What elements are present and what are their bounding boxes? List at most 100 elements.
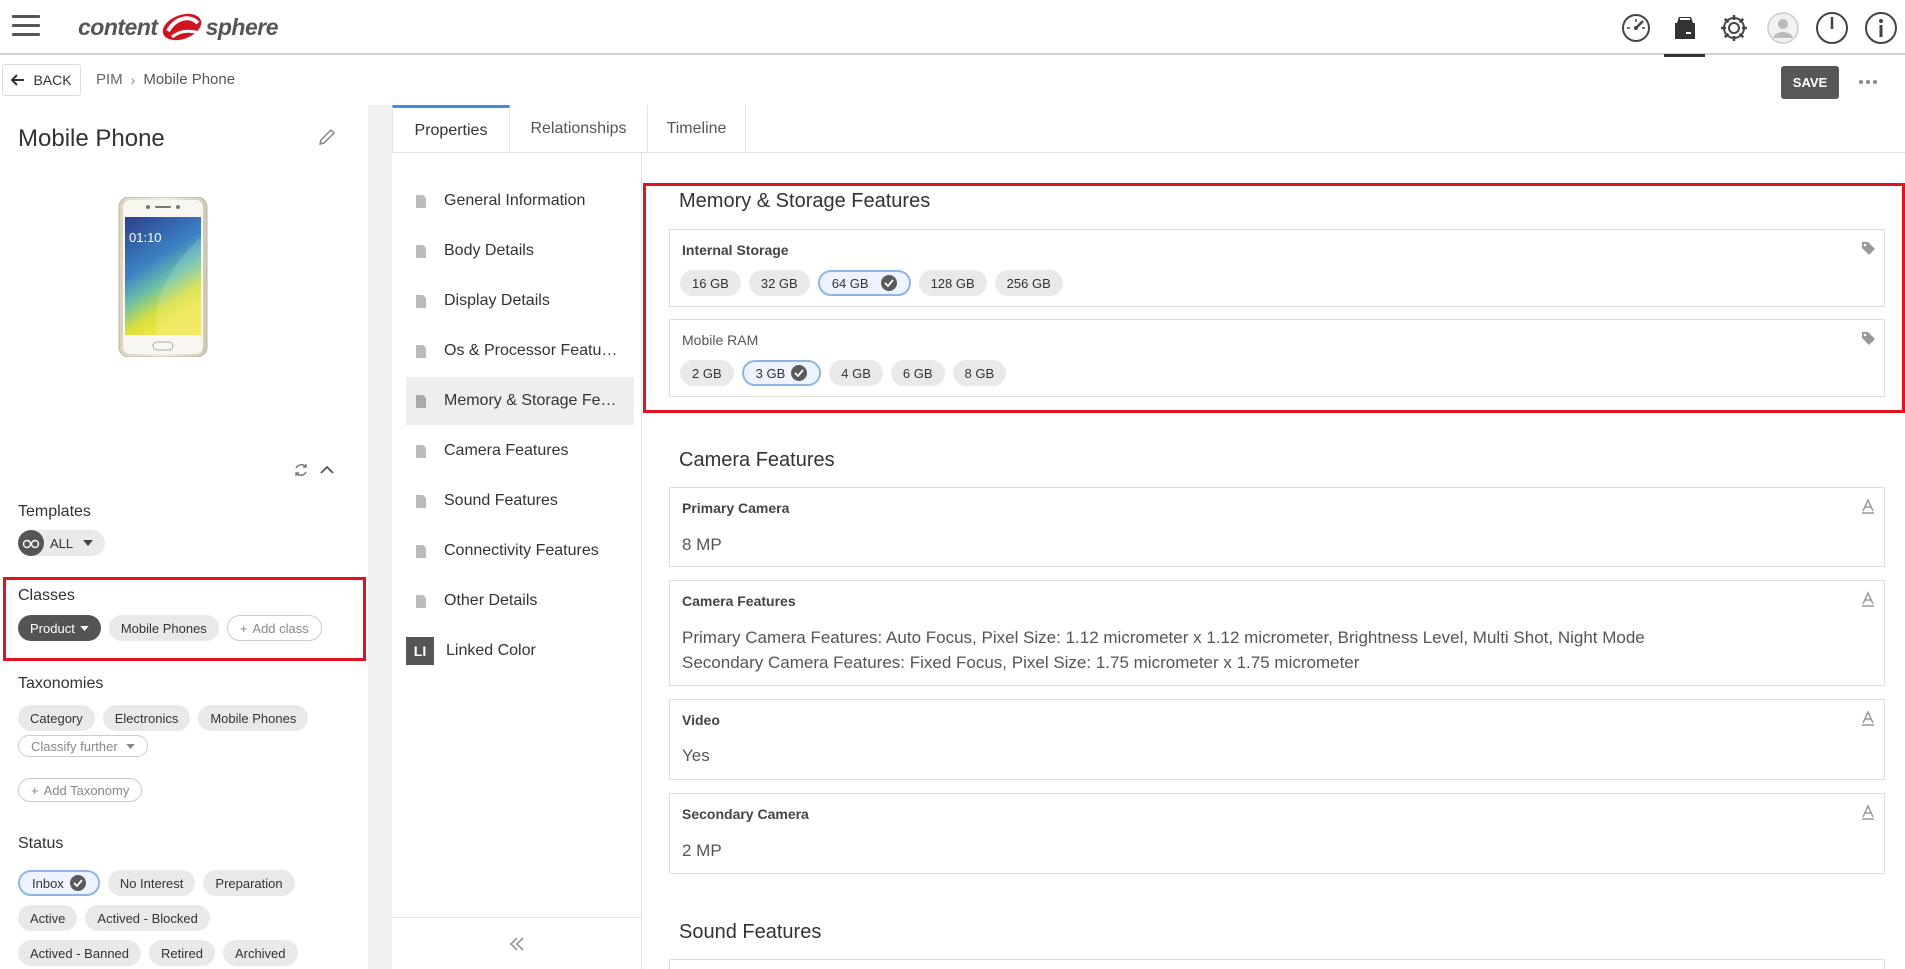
text-type-icon (1862, 710, 1874, 726)
nav-item-body-details[interactable]: Body Details (406, 227, 634, 275)
settings-icon[interactable] (1709, 0, 1758, 55)
storage-option-64gb[interactable]: 64 GB (817, 270, 911, 296)
templates-value: ALL (50, 535, 74, 551)
ram-option-8gb[interactable]: 8 GB (952, 360, 1007, 386)
double-chevron-left-icon (509, 936, 524, 951)
taxonomy-chip-mobile-phones[interactable]: Mobile Phones (198, 705, 309, 731)
primary-camera-value[interactable]: 8 MP (682, 532, 722, 557)
logo-swirl-icon (162, 13, 201, 41)
breadcrumb-pim[interactable]: PIM (96, 71, 123, 88)
internal-storage-label: Internal Storage (682, 242, 789, 258)
tag-icon (1862, 332, 1875, 345)
product-icon[interactable] (1660, 0, 1709, 57)
nav-item-other-details[interactable]: Other Details (406, 577, 634, 625)
secondary-camera-field: Secondary Camera 2 MP (669, 793, 1885, 874)
nav-item-sound-features[interactable]: Sound Features (406, 477, 634, 525)
refresh-icon[interactable] (293, 462, 309, 478)
tab-relationships[interactable]: Relationships (510, 105, 648, 153)
more-options-icon[interactable] (1855, 69, 1881, 95)
document-icon (416, 194, 426, 208)
storage-option-256gb[interactable]: 256 GB (994, 270, 1063, 296)
panel-divider (368, 105, 392, 969)
ram-option-3gb[interactable]: 3 GB (741, 360, 822, 386)
status-chip-actived-banned[interactable]: Actived - Banned (18, 940, 142, 966)
templates-title: Templates (18, 503, 91, 520)
properties-content: Memory & Storage Features Internal Stora… (642, 153, 1905, 969)
status-title: Status (18, 835, 64, 852)
mobile-ram-field: Mobile RAM 2 GB 3 GB 4 GB 6 GB 8 GB (669, 319, 1885, 397)
nav-item-camera-features[interactable]: Camera Features (406, 427, 634, 475)
top-bar: content sphere (0, 0, 1905, 57)
templates-selector[interactable]: ALL (18, 530, 106, 556)
properties-nav: General Information Body Details Display… (392, 153, 642, 969)
status-chip-archived[interactable]: Archived (222, 940, 298, 966)
storage-option-32gb[interactable]: 32 GB (748, 270, 810, 296)
status-chip-actived-blocked[interactable]: Actived - Blocked (85, 905, 210, 931)
info-icon[interactable] (1856, 0, 1905, 55)
taxonomy-chip-electronics[interactable]: Electronics (102, 705, 191, 731)
text-type-icon (1862, 498, 1874, 514)
storage-option-16gb[interactable]: 16 GB (680, 270, 741, 296)
status-chip-retired[interactable]: Retired (149, 940, 215, 966)
nav-item-connectivity-features[interactable]: Connectivity Features (406, 527, 634, 575)
storage-option-128gb[interactable]: 128 GB (918, 270, 987, 296)
status-chip-preparation[interactable]: Preparation (203, 870, 295, 896)
tab-timeline[interactable]: Timeline (648, 105, 746, 153)
power-icon[interactable] (1807, 0, 1856, 55)
add-taxonomy-button[interactable]: + Add Taxonomy (18, 778, 143, 802)
sound-features-title: Sound Features (679, 921, 822, 943)
product-sidebar: Mobile Phone 01:10 Templates ALL Classes… (0, 105, 368, 969)
save-button[interactable]: SAVE (1781, 66, 1839, 99)
document-icon (416, 344, 426, 358)
action-bar: BACK PIM › Mobile Phone SAVE (0, 57, 1905, 105)
nav-item-os-processor-features[interactable]: Os & Processor Features (406, 327, 634, 375)
status-chip-no-interest[interactable]: No Interest (107, 870, 196, 896)
document-icon (416, 594, 426, 608)
arrow-left-icon (11, 74, 25, 86)
class-chip-mobile-phones[interactable]: Mobile Phones (108, 615, 219, 641)
primary-camera-label: Primary Camera (682, 500, 790, 516)
app-logo[interactable]: content sphere (78, 9, 279, 45)
menu-icon[interactable] (12, 15, 40, 37)
user-icon[interactable] (1758, 0, 1807, 55)
classify-further-dropdown[interactable]: Classify further (18, 735, 148, 757)
taxonomy-chip-category[interactable]: Category (18, 705, 95, 731)
caret-down-icon (126, 743, 135, 749)
edit-pencil-icon[interactable] (316, 126, 338, 148)
class-chip-product[interactable]: Product (18, 615, 101, 641)
nav-item-memory-storage-features[interactable]: Memory & Storage Features (406, 377, 634, 425)
video-value[interactable]: Yes (682, 743, 710, 768)
status-chip-active[interactable]: Active (18, 905, 78, 931)
add-class-button[interactable]: + Add class (226, 615, 322, 641)
nav-item-general-information[interactable]: General Information (406, 177, 634, 225)
nav-item-display-details[interactable]: Display Details (406, 277, 634, 325)
camera-features-label: Camera Features (682, 593, 796, 609)
camera-features-value[interactable]: Primary Camera Features: Auto Focus, Pix… (682, 625, 1645, 675)
chevron-up-icon[interactable] (319, 464, 335, 476)
status-chip-inbox[interactable]: Inbox (18, 870, 100, 896)
dashboard-icon[interactable] (1611, 0, 1660, 55)
collapse-nav-button[interactable] (392, 917, 642, 969)
camera-features-title: Camera Features (679, 449, 835, 471)
back-button[interactable]: BACK (2, 64, 81, 96)
ram-option-6gb[interactable]: 6 GB (890, 360, 945, 386)
check-icon (791, 365, 808, 381)
sound-field-partial (669, 959, 1885, 969)
camera-features-field: Camera Features Primary Camera Features:… (669, 580, 1885, 686)
camera-features-line-1: Primary Camera Features: Auto Focus, Pix… (682, 628, 1645, 647)
nav-item-linked-color[interactable]: LI Linked Color (406, 627, 634, 675)
ram-option-4gb[interactable]: 4 GB (829, 360, 883, 386)
tab-bar: Properties Relationships Timeline (392, 105, 1905, 153)
chevron-right-icon: › (130, 71, 136, 88)
logo-text-right: sphere (205, 13, 279, 40)
logo-text-left: content (78, 13, 158, 40)
tab-properties[interactable]: Properties (392, 105, 510, 153)
mobile-ram-label: Mobile RAM (682, 332, 759, 348)
secondary-camera-label: Secondary Camera (682, 806, 809, 822)
check-icon (880, 275, 897, 291)
document-icon (416, 394, 426, 408)
taxonomies-title: Taxonomies (18, 675, 104, 692)
ram-option-2gb[interactable]: 2 GB (680, 360, 734, 386)
secondary-camera-value[interactable]: 2 MP (682, 838, 722, 863)
back-label: BACK (33, 72, 72, 88)
